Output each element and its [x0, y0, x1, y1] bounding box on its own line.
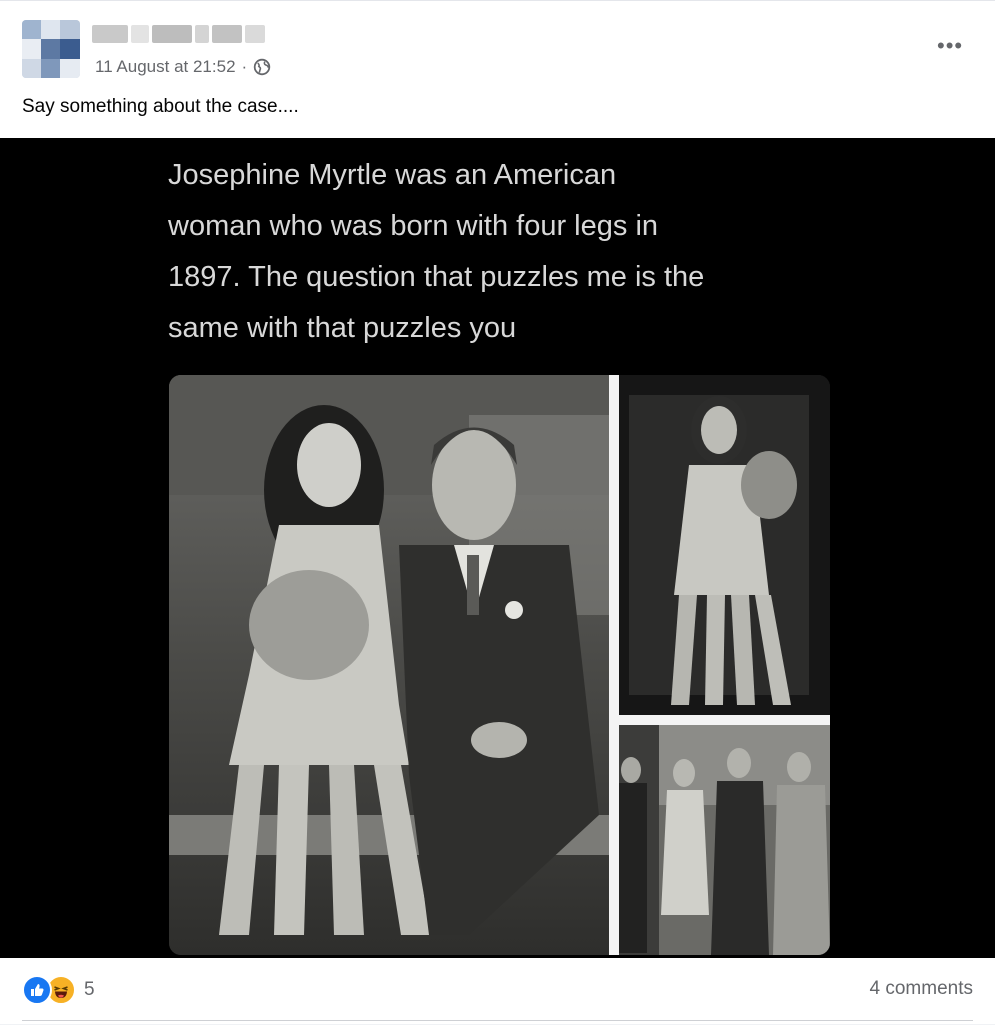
- woman-photo: [619, 375, 830, 715]
- group-photo: [619, 725, 830, 955]
- avatar[interactable]: [22, 20, 80, 78]
- post-caption: Say something about the case....: [22, 96, 299, 117]
- post-timestamp[interactable]: 11 August at 21:52: [95, 57, 236, 77]
- reaction-count: 5: [84, 979, 95, 1000]
- author-name-redacted[interactable]: [92, 25, 266, 43]
- globe-icon[interactable]: [253, 58, 271, 76]
- collage-divider: [619, 715, 830, 725]
- meta-separator: ·: [241, 57, 248, 76]
- footer-divider: [22, 1020, 973, 1021]
- photo-collage: [169, 375, 830, 955]
- image-overlay-text: Josephine Myrtle was an American woman w…: [168, 159, 705, 344]
- reaction-summary[interactable]: 5: [22, 975, 95, 1005]
- like-icon: [22, 975, 52, 1005]
- post-meta: 11 August at 21:52 ·: [95, 57, 271, 77]
- post-footer: 5 4 comments: [0, 958, 995, 1025]
- post-image[interactable]: Josephine Myrtle was an American woman w…: [0, 138, 995, 958]
- post-card: 11 August at 21:52 · ••• Say something a…: [0, 0, 995, 1024]
- collage-divider: [609, 375, 619, 955]
- comments-link[interactable]: 4 comments: [870, 978, 973, 1000]
- couple-photo: [169, 375, 609, 955]
- more-options-icon[interactable]: •••: [937, 33, 963, 59]
